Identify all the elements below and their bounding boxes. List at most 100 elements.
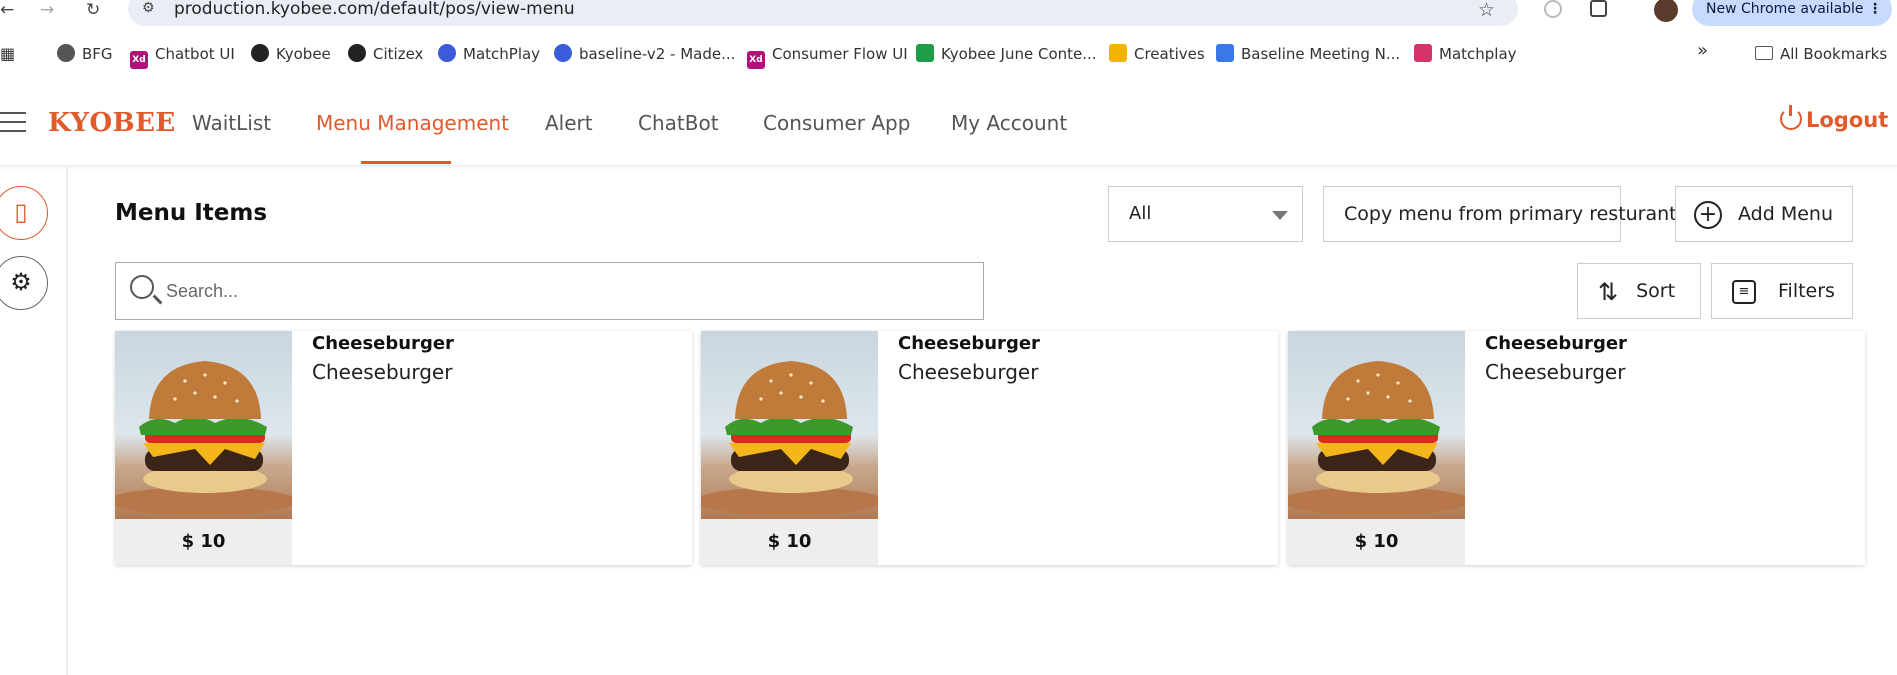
bookmark-label: MatchPlay — [463, 45, 541, 63]
bookmark-item[interactable]: Xd Consumer Flow UI — [747, 44, 908, 69]
category-select[interactable]: All — [1108, 186, 1303, 242]
menu-item-image — [701, 331, 878, 519]
bookmark-label: Baseline Meeting N... — [1241, 45, 1401, 63]
sort-button[interactable]: ⇅ Sort — [1577, 263, 1701, 319]
menu-item-card[interactable]: $ 10 Cheeseburger Cheeseburger — [1288, 331, 1865, 565]
bookmark-label: Chatbot UI — [155, 45, 235, 63]
bookmark-label: Creatives — [1134, 45, 1205, 63]
kyobee-logo[interactable]: KYOBEE — [48, 108, 176, 138]
profile-avatar[interactable] — [1654, 0, 1678, 22]
menu-item-card[interactable]: $ 10 Cheeseburger Cheeseburger — [701, 331, 1278, 565]
menu-item-description: Cheeseburger — [898, 360, 1039, 384]
nav-menu-management[interactable]: Menu Management — [316, 110, 509, 136]
chevron-down-icon — [1272, 211, 1288, 220]
bookmark-item[interactable]: Creatives — [1109, 44, 1205, 64]
menu-item-image — [115, 331, 292, 519]
bfg-icon — [57, 44, 75, 62]
copy-menu-button[interactable]: Copy menu from primary resturant — [1323, 186, 1677, 242]
active-nav-indicator — [361, 161, 451, 164]
add-menu-label: Add Menu — [1738, 203, 1833, 225]
bookmark-item[interactable]: BFG — [57, 44, 113, 64]
menu-item-image — [1288, 331, 1465, 519]
github-icon — [251, 44, 269, 62]
logout-label: Logout — [1806, 108, 1889, 132]
menu-card-icon: ▯ — [14, 198, 28, 226]
sort-label: Sort — [1636, 280, 1676, 302]
bookmark-item[interactable]: Xd Chatbot UI — [130, 44, 235, 69]
gear-icon: ⚙ — [10, 268, 32, 296]
github-icon — [348, 44, 366, 62]
copy-menu-label: Copy menu from primary resturant — [1344, 203, 1677, 225]
app-header: KYOBEE WaitList Menu Management Alert Ch… — [0, 88, 1897, 166]
xd-icon: Xd — [130, 51, 148, 69]
filters-button[interactable]: ≡ Filters — [1711, 263, 1853, 319]
sheets-icon — [916, 44, 934, 62]
menu-item-name: Cheeseburger — [312, 333, 454, 354]
nav-consumer-app[interactable]: Consumer App — [763, 110, 910, 136]
menu-item-description: Cheeseburger — [312, 360, 453, 384]
bookmark-item[interactable]: Matchplay — [1414, 44, 1517, 64]
forward-icon[interactable]: → — [40, 0, 54, 20]
menu-item-card[interactable]: $ 10 Cheeseburger Cheeseburger — [115, 331, 692, 565]
url-text[interactable]: production.kyobee.com/default/pos/view-m… — [174, 0, 575, 18]
page-title: Menu Items — [115, 200, 268, 226]
folder-icon — [1755, 46, 1773, 60]
chrome-update-button[interactable]: New Chrome available ⋮ — [1692, 0, 1892, 26]
bookmarks-bar: ▦ BFG Xd Chatbot UI Kyobee Citizex MatchPlay b… — [0, 40, 1897, 70]
search-input[interactable] — [166, 273, 956, 309]
sidebar-menu-items-button[interactable]: ▯ — [0, 186, 48, 240]
bookmark-label: Matchplay — [1439, 45, 1517, 63]
drive-icon — [1109, 44, 1127, 62]
matchplay-icon — [438, 44, 456, 62]
matchplay-icon — [554, 44, 572, 62]
sliders-icon: ≡ — [1732, 279, 1756, 304]
all-bookmarks-link[interactable]: All Bookmarks — [1755, 44, 1887, 64]
menu-item-description: Cheeseburger — [1485, 360, 1626, 384]
bookmark-star-icon[interactable]: ☆ — [1478, 0, 1495, 21]
browser-toolbar: ← → ↻ ⚙ production.kyobee.com/default/po… — [0, 0, 1897, 26]
power-icon — [1780, 105, 1802, 130]
bookmark-label: baseline-v2 - Made... — [579, 45, 736, 63]
apps-grid-icon[interactable]: ▦ — [0, 44, 15, 64]
bookmark-item[interactable]: baseline-v2 - Made... — [554, 44, 735, 64]
bookmark-label: Consumer Flow UI — [772, 45, 908, 63]
bookmark-item[interactable]: MatchPlay — [438, 44, 540, 64]
site-info-icon[interactable]: ⚙ — [142, 0, 155, 16]
all-bookmarks-label: All Bookmarks — [1780, 45, 1888, 63]
plus-circle-icon: + — [1694, 200, 1722, 229]
xd-icon: Xd — [747, 51, 765, 69]
category-select-value: All — [1129, 203, 1152, 224]
nav-my-account[interactable]: My Account — [951, 110, 1067, 136]
search-field[interactable] — [115, 262, 984, 320]
nav-alert[interactable]: Alert — [545, 110, 593, 136]
extension-icon[interactable] — [1544, 0, 1562, 18]
sort-arrows-icon: ⇅ — [1598, 277, 1619, 306]
menu-item-name: Cheeseburger — [898, 333, 1040, 354]
nav-waitlist[interactable]: WaitList — [192, 110, 271, 136]
back-icon[interactable]: ← — [0, 0, 14, 20]
bookmark-label: Citizex — [373, 45, 424, 63]
hamburger-menu-icon[interactable] — [0, 112, 26, 139]
nav-chatbot[interactable]: ChatBot — [638, 110, 719, 136]
bookmark-label: BFG — [82, 45, 113, 63]
bookmark-item[interactable]: Kyobee June Conte... — [916, 44, 1097, 64]
matchplay-logo-icon — [1414, 44, 1432, 62]
menu-kebab-icon[interactable]: ⋮ — [1868, 0, 1882, 26]
bookmark-item[interactable]: Kyobee — [251, 44, 331, 64]
menu-item-name: Cheeseburger — [1485, 333, 1627, 354]
reload-icon[interactable]: ↻ — [86, 0, 100, 20]
docs-icon — [1216, 44, 1234, 62]
logout-button[interactable]: Logout — [1780, 105, 1889, 132]
add-menu-button[interactable]: + Add Menu — [1675, 186, 1853, 242]
menu-item-price: $ 10 — [115, 519, 292, 565]
search-icon — [130, 275, 154, 299]
sidebar-settings-button[interactable]: ⚙ — [0, 256, 48, 310]
bookmark-label: Kyobee June Conte... — [941, 45, 1097, 63]
filters-label: Filters — [1778, 280, 1835, 302]
sidebar: ▯ ⚙ — [0, 166, 68, 675]
extensions-puzzle-icon[interactable] — [1590, 0, 1607, 17]
bookmarks-overflow-icon[interactable]: » — [1697, 41, 1708, 61]
bookmark-item[interactable]: Baseline Meeting N... — [1216, 44, 1400, 64]
update-label: New Chrome available — [1706, 1, 1864, 17]
bookmark-item[interactable]: Citizex — [348, 44, 423, 64]
